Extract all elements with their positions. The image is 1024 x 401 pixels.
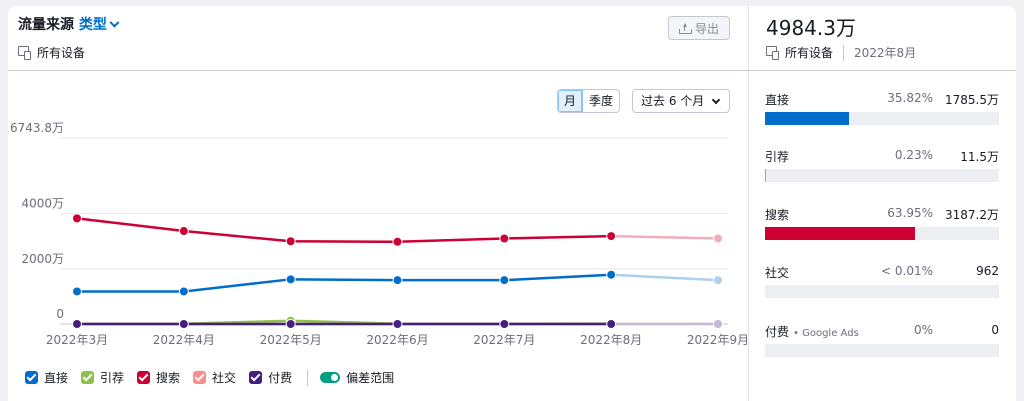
source-percent: 63.95% xyxy=(887,206,933,220)
data-point xyxy=(178,226,189,237)
data-point xyxy=(392,319,403,329)
data-point xyxy=(285,319,296,329)
source-percent: 0% xyxy=(913,323,933,337)
x-tick-label: 2022年5月 xyxy=(260,333,322,347)
source-value: 3187.2万 xyxy=(945,208,999,222)
x-tick-label: 2022年6月 xyxy=(366,333,428,347)
data-point xyxy=(392,236,403,247)
checkbox-icon[interactable] xyxy=(193,371,207,384)
source-label: 引荐 xyxy=(765,148,789,165)
data-point xyxy=(606,231,617,242)
source-name: 搜索 xyxy=(765,208,790,222)
source-name: 直接 xyxy=(765,93,790,107)
source-name: 付费 xyxy=(765,325,790,339)
legend-item-paid[interactable]: 付费 xyxy=(249,369,292,386)
checkbox-icon[interactable] xyxy=(25,371,38,384)
source-row-direct: 直接 35.82% 1785.5万 xyxy=(765,91,999,131)
source-bar-fill xyxy=(765,169,766,182)
source-name: 引荐 xyxy=(765,150,790,164)
summary-device-row: 所有设备 2022年8月 xyxy=(766,44,916,61)
legend-deviation-toggle[interactable]: 偏差范围 xyxy=(320,369,394,386)
data-point xyxy=(178,286,189,297)
y-tick-label: 2000万 xyxy=(21,252,64,266)
source-bar-track xyxy=(765,227,999,240)
x-tick-label: 2022年9月 xyxy=(687,333,749,347)
data-point xyxy=(285,274,296,285)
source-sublabel: • Google Ads xyxy=(793,328,859,339)
y-tick-label: 6743.8万 xyxy=(10,121,64,135)
y-tick-label: 0 xyxy=(56,307,64,321)
source-value: 11.5万 xyxy=(960,150,999,164)
source-label: 付费 • Google Ads xyxy=(765,323,859,340)
source-percent: 35.82% xyxy=(887,91,933,105)
data-point xyxy=(713,233,723,244)
chart-legend: 直接 引荐 搜索 社交 付费 偏差范围 xyxy=(25,369,407,386)
legend-toggle-label: 偏差范围 xyxy=(346,371,395,385)
checkbox-icon[interactable] xyxy=(137,371,151,384)
series-line xyxy=(76,217,612,244)
data-point xyxy=(285,236,296,247)
legend-label: 直接 xyxy=(44,371,69,385)
devices-icon xyxy=(766,46,779,60)
checkbox-icon[interactable] xyxy=(81,371,95,384)
data-point xyxy=(606,269,617,280)
x-tick-label: 2022年8月 xyxy=(580,333,642,347)
data-point xyxy=(499,275,510,286)
source-label: 社交 xyxy=(765,264,789,281)
total-visits: 4984.3万 xyxy=(766,16,856,40)
series-projection-line xyxy=(611,273,719,282)
source-bar-track xyxy=(765,285,999,298)
source-bar-track xyxy=(765,169,999,182)
legend-divider xyxy=(307,369,309,386)
x-tick-label: 2022年4月 xyxy=(153,333,215,347)
source-value: 1785.5万 xyxy=(945,93,999,107)
traffic-sources-widget: 流量来源 类型 所有设备 导出 月 季度 过去 6 个月 6743.8万 4000… xyxy=(0,0,1024,401)
legend-label: 付费 xyxy=(268,371,293,385)
data-point xyxy=(713,275,723,286)
source-bar-track xyxy=(765,112,999,125)
data-point xyxy=(499,233,510,244)
legend-label: 社交 xyxy=(212,371,237,385)
source-value: 962 xyxy=(976,264,999,278)
legend-item-direct[interactable]: 直接 xyxy=(25,369,68,386)
source-row-referral: 引荐 0.23% 11.5万 xyxy=(765,148,999,188)
legend-item-referral[interactable]: 引荐 xyxy=(81,369,124,386)
summary-date: 2022年8月 xyxy=(854,46,917,60)
x-tick-label: 2022年7月 xyxy=(473,333,535,347)
data-point xyxy=(499,319,510,329)
source-bar-fill xyxy=(765,227,915,240)
data-point xyxy=(392,275,403,286)
legend-item-search[interactable]: 搜索 xyxy=(137,369,180,386)
source-row-paid: 付费 • Google Ads 0% 0 xyxy=(765,323,999,363)
legend-label: 搜索 xyxy=(156,371,181,385)
x-tick-label: 2022年3月 xyxy=(46,333,108,347)
data-point xyxy=(606,319,617,329)
y-tick-label: 4000万 xyxy=(21,197,64,211)
data-point xyxy=(72,213,82,224)
line-chart: 6743.8万 4000万 2000万 0 2022年3月 2022年4月 2022年5月 2… xyxy=(10,121,749,347)
legend-label: 引荐 xyxy=(100,371,125,385)
toggle-switch[interactable] xyxy=(320,372,341,383)
source-bar-track xyxy=(765,344,999,357)
summary-device-label: 所有设备 xyxy=(785,46,834,60)
data-point xyxy=(178,319,189,329)
checkbox-icon[interactable] xyxy=(249,371,263,384)
source-name: 社交 xyxy=(765,266,790,280)
data-point xyxy=(713,319,723,329)
data-point xyxy=(72,286,82,297)
series-line xyxy=(77,273,612,293)
source-label: 直接 xyxy=(765,91,789,108)
source-label: 搜索 xyxy=(765,206,789,223)
source-row-search: 搜索 63.95% 3187.2万 xyxy=(765,206,999,246)
data-point xyxy=(72,319,82,329)
legend-item-social[interactable]: 社交 xyxy=(193,369,236,386)
source-row-social: 社交 < 0.01% 962 xyxy=(765,264,999,304)
series-projection-line xyxy=(611,234,719,240)
source-percent: < 0.01% xyxy=(881,264,933,278)
source-bar-fill xyxy=(765,112,849,125)
source-value: 0 xyxy=(991,323,999,337)
source-percent: 0.23% xyxy=(894,148,933,162)
divider xyxy=(843,44,845,61)
